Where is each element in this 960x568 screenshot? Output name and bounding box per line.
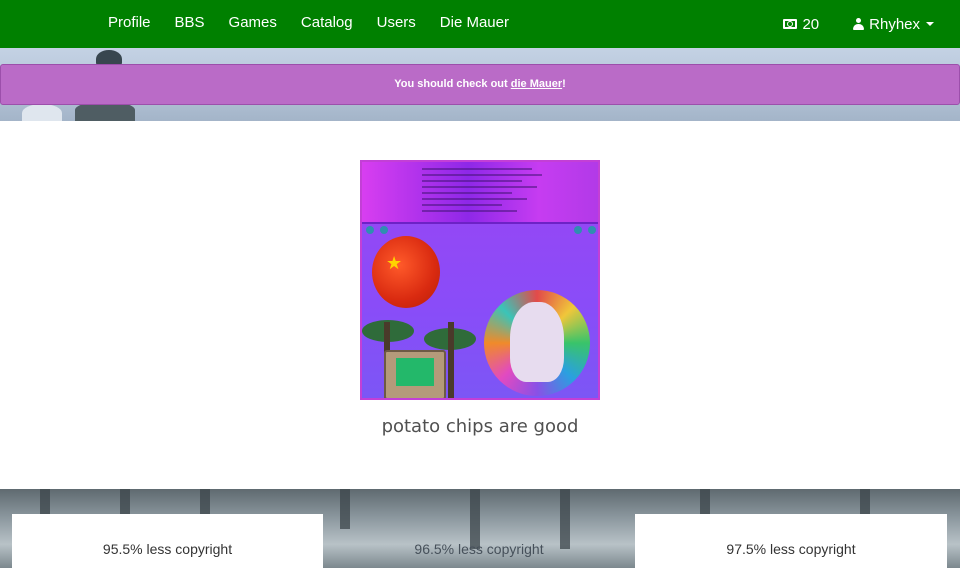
nav-link-users[interactable]: Users: [365, 0, 428, 48]
info-card: 95.5% less copyright: [12, 514, 323, 568]
balance-amount: 20: [802, 15, 820, 33]
main-panel: ★ potato chips are good: [0, 121, 960, 489]
navbar: Profile BBS Games Catalog Users Die Maue…: [0, 0, 960, 48]
image-text-line: [422, 168, 532, 170]
palm-trunk: [448, 322, 454, 398]
user-menu-dropdown[interactable]: Rhyhex: [831, 0, 946, 48]
nav-links: Profile BBS Games Catalog Users Die Maue…: [96, 0, 521, 48]
banner-text: You should check out: [394, 78, 511, 90]
card-text: 96.5% less copyright: [414, 541, 544, 557]
info-card: 97.5% less copyright: [635, 514, 947, 568]
statue-bust: [510, 302, 564, 382]
image-text-line: [422, 198, 527, 200]
image-text-line: [422, 204, 502, 206]
orb-icon: [574, 226, 582, 234]
nav-link-games[interactable]: Games: [217, 0, 289, 48]
image-text-line: [422, 210, 517, 212]
nav-link-profile[interactable]: Profile: [96, 0, 163, 48]
image-text-line: [422, 174, 542, 176]
featured-image[interactable]: ★: [360, 160, 600, 400]
announcement-banner: You should check out die Mauer!: [0, 64, 960, 105]
banner-link-die-mauer[interactable]: die Mauer: [511, 78, 562, 90]
star-icon: ★: [386, 253, 403, 273]
user-icon: [853, 18, 865, 30]
info-card: 96.5% less copyright: [323, 514, 635, 568]
money-icon: [783, 19, 798, 29]
image-text-line: [422, 192, 512, 194]
card-text: 97.5% less copyright: [726, 541, 856, 557]
computer-screen: [396, 358, 434, 386]
flag-blob: [372, 236, 440, 308]
currency-balance[interactable]: 20: [771, 0, 831, 48]
image-text-line: [422, 186, 537, 188]
orb-icon: [588, 226, 596, 234]
banner-text-end: !: [562, 78, 566, 90]
nav-link-catalog[interactable]: Catalog: [289, 0, 365, 48]
cliff-silhouette: [75, 102, 135, 122]
orb-icon: [380, 226, 388, 234]
nav-link-die-mauer[interactable]: Die Mauer: [428, 0, 521, 48]
orb-icon: [366, 226, 374, 234]
rock-silhouette: [22, 104, 62, 122]
caret-down-icon: [926, 22, 934, 26]
featured-caption: potato chips are good: [381, 416, 579, 437]
card-text: 95.5% less copyright: [102, 541, 233, 557]
nav-right: 20 Rhyhex: [771, 0, 946, 48]
username: Rhyhex: [869, 15, 920, 33]
nav-link-bbs[interactable]: BBS: [163, 0, 217, 48]
image-text-line: [422, 180, 522, 182]
